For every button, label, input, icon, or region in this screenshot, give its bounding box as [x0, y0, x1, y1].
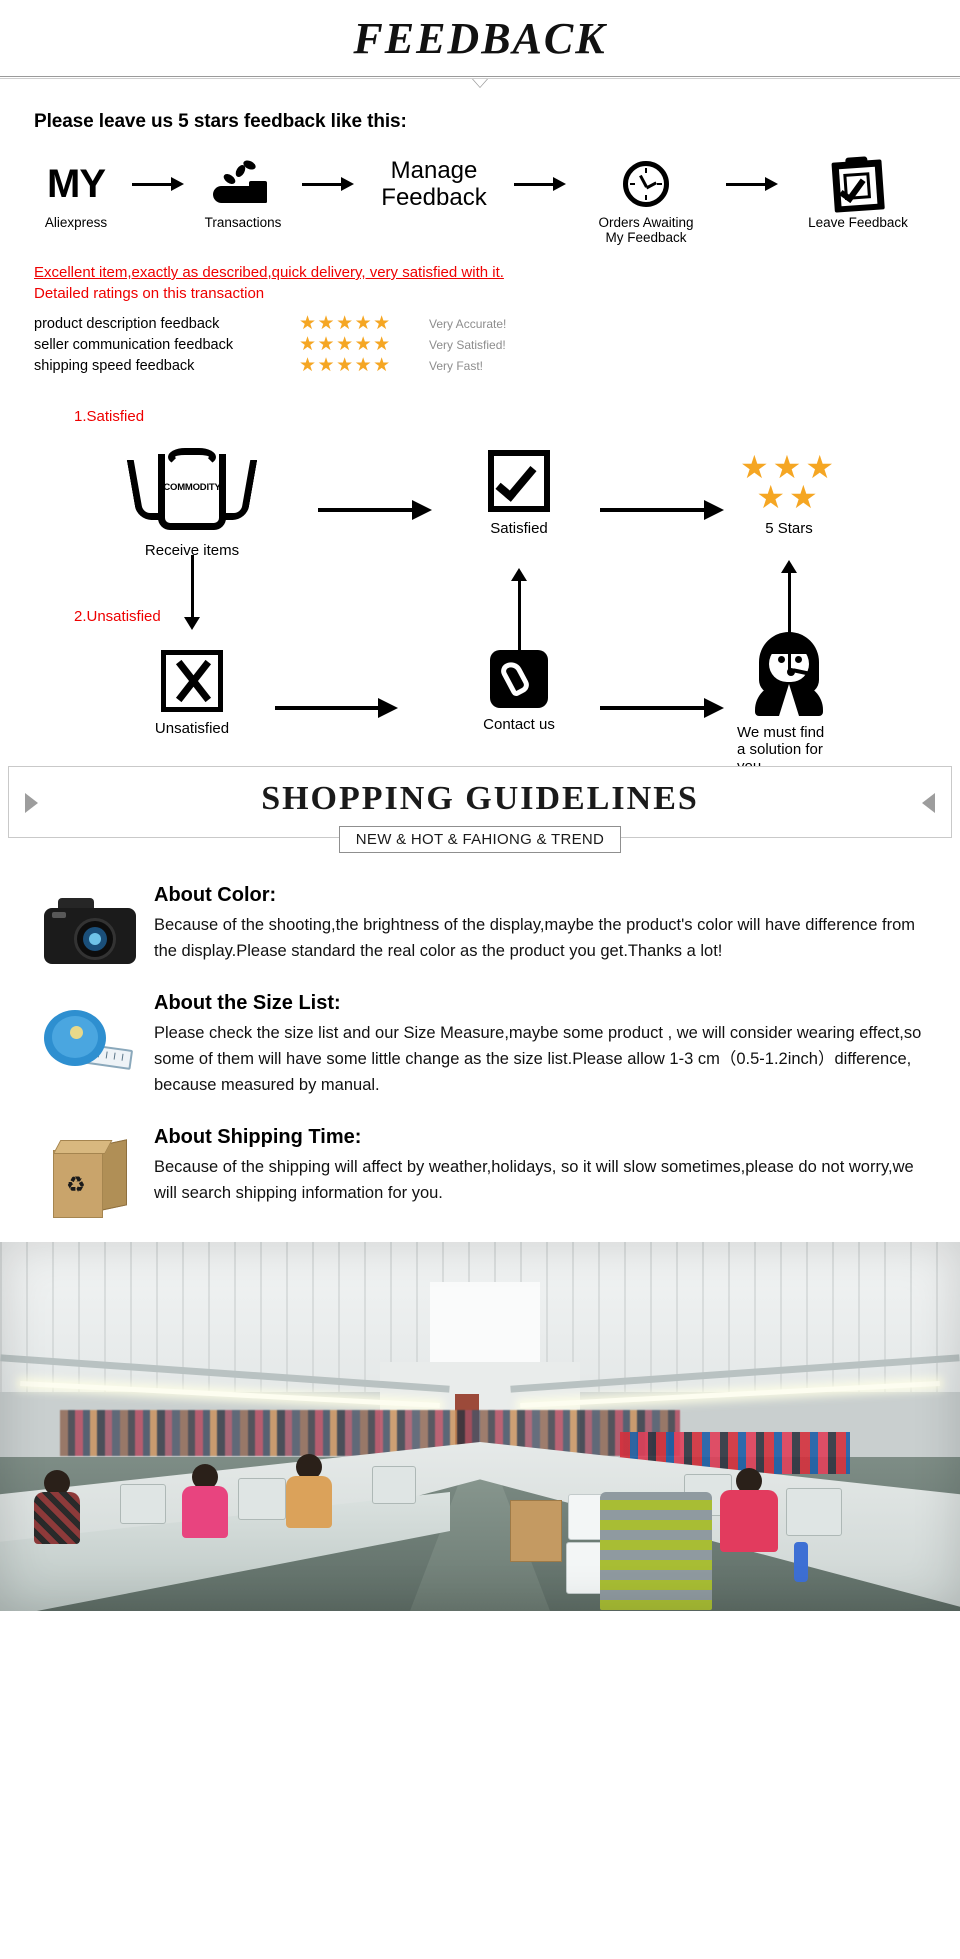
arrow-up-icon — [511, 568, 527, 659]
flow-node-satisfied: Satisfied — [455, 450, 583, 537]
arrow-right-icon — [318, 500, 432, 520]
commodity-badge: COMMODITY — [163, 482, 221, 493]
arrow-up-icon — [781, 560, 797, 673]
guidelines-title: SHOPPING GUIDELINES — [261, 780, 699, 817]
factory-photo — [0, 1242, 960, 1611]
guideline-heading: About Shipping Time: — [154, 1126, 362, 1148]
step-label: Leave Feedback — [808, 215, 908, 230]
rating-row: seller communication feedback ★★★★★ Very… — [34, 334, 960, 355]
guideline-item-color: About Color: Because of the shooting,the… — [26, 880, 934, 964]
sweater-icon: COMMODITY — [126, 448, 258, 534]
step-leave-feedback[interactable]: Leave Feedback — [778, 155, 938, 230]
detailed-ratings-title: Detailed ratings on this transaction — [34, 285, 265, 302]
guidelines-subtitle-wrap: NEW & HOT & FAHIONG & TREND — [9, 826, 951, 853]
rating-description: Very Accurate! — [429, 316, 507, 331]
tape-measure-icon — [26, 988, 154, 1078]
review-comment: Excellent item,exactly as described,quic… — [34, 264, 504, 281]
shopping-guidelines-banner: SHOPPING GUIDELINES NEW & HOT & FAHIONG … — [8, 766, 952, 853]
leave-feedback-heading: Please leave us 5 stars feedback like th… — [34, 111, 407, 132]
header-caret-inner-icon — [473, 79, 487, 87]
coins-in-hand-icon — [213, 155, 273, 213]
five-stars-icon: ★★★ ★★ — [729, 449, 849, 515]
branch-label-satisfied: 1.Satisfied — [74, 408, 145, 425]
checkbox-checked-icon — [488, 450, 550, 512]
manage-feedback-label-icon: Manage Feedback — [381, 155, 486, 213]
page-title: FEEDBACK — [353, 14, 607, 63]
guideline-heading: About the Size List: — [154, 992, 341, 1014]
rating-name: shipping speed feedback — [34, 357, 195, 374]
step-label: Transactions — [204, 215, 282, 230]
camera-icon — [26, 880, 154, 964]
stars-row-bottom: ★★ — [756, 479, 822, 515]
rating-description: Very Fast! — [429, 358, 484, 373]
step-orders-awaiting[interactable]: Orders Awaiting My Feedback — [566, 155, 726, 245]
guideline-body: Because of the shipping will affect by w… — [154, 1158, 914, 1202]
stars-row-top: ★★★ — [739, 449, 839, 485]
flow-node-caption: Satisfied — [490, 520, 548, 537]
step-label: Orders Awaiting My Feedback — [598, 215, 694, 245]
step-manage-feedback[interactable]: Manage Feedback — [354, 155, 514, 213]
shipping-box-icon: ♻ — [26, 1122, 154, 1218]
guideline-body: Because of the shooting,the brightness o… — [154, 916, 916, 960]
step-label: Aliexpress — [44, 215, 108, 230]
rating-row: shipping speed feedback ★★★★★ Very Fast! — [34, 355, 960, 376]
rating-name: seller communication feedback — [34, 336, 234, 353]
arrow-right-icon — [600, 698, 724, 718]
step-word: Manage Feedback — [381, 157, 487, 211]
flow-node-caption: Contact us — [483, 716, 555, 733]
guideline-heading: About Color: — [154, 884, 277, 906]
guideline-body: Please check the size list and our Size … — [154, 1024, 922, 1094]
triangle-left-icon[interactable] — [922, 793, 935, 813]
flow-node-contact-us: Contact us — [455, 650, 583, 733]
feedback-flowchart: 1.Satisfied 2.Unsatisfied COMMODITY Rece… — [0, 400, 960, 775]
rating-description: Very Satisfied! — [429, 337, 506, 352]
rating-stars-icon: ★★★★★ — [299, 333, 392, 355]
arrow-right-icon — [275, 698, 398, 718]
arrow-right-icon — [726, 155, 778, 213]
guideline-item-shipping-time: ♻ About Shipping Time: Because of the sh… — [26, 1122, 934, 1218]
clock-icon — [623, 155, 669, 213]
guidelines-list: About Color: Because of the shooting,the… — [0, 880, 960, 1218]
rating-row: product description feedback ★★★★★ Very … — [34, 313, 960, 334]
arrow-down-icon — [184, 555, 200, 630]
review-block: Excellent item,exactly as described,quic… — [34, 263, 960, 305]
feedback-header: FEEDBACK — [0, 0, 960, 95]
flow-node-receive-items: COMMODITY Receive items — [126, 448, 258, 559]
arrow-right-icon — [514, 155, 566, 213]
clipboard-check-icon — [831, 155, 885, 213]
rating-stars-icon: ★★★★★ — [299, 312, 392, 334]
flow-node-five-stars: ★★★ ★★ 5 Stars — [725, 449, 853, 537]
step-word: MY — [47, 162, 106, 206]
flow-node-caption: Unsatisfied — [154, 720, 230, 737]
x-mark-box-icon — [161, 650, 223, 712]
arrow-right-icon — [132, 155, 184, 213]
guideline-item-size-list: About the Size List: Please check the si… — [26, 988, 934, 1098]
step-my-aliexpress[interactable]: MY Aliexpress — [20, 155, 132, 230]
triangle-right-icon[interactable] — [25, 793, 38, 813]
branch-label-unsatisfied: 2.Unsatisfied — [74, 608, 161, 625]
feedback-steps-row: MY Aliexpress Transactions Manage Feedba… — [20, 155, 940, 245]
rating-stars-icon: ★★★★★ — [299, 354, 392, 376]
step-transactions[interactable]: Transactions — [184, 155, 302, 230]
my-aliexpress-logo-icon: MY — [47, 155, 106, 213]
ratings-list: product description feedback ★★★★★ Very … — [34, 313, 960, 376]
flow-node-unsatisfied: Unsatisfied — [128, 650, 256, 737]
arrow-right-icon — [302, 155, 354, 213]
guidelines-subtitle: NEW & HOT & FAHIONG & TREND — [338, 826, 622, 853]
flow-node-caption: 5 Stars — [765, 520, 813, 537]
rating-name: product description feedback — [34, 315, 220, 332]
arrow-right-icon — [600, 500, 724, 520]
